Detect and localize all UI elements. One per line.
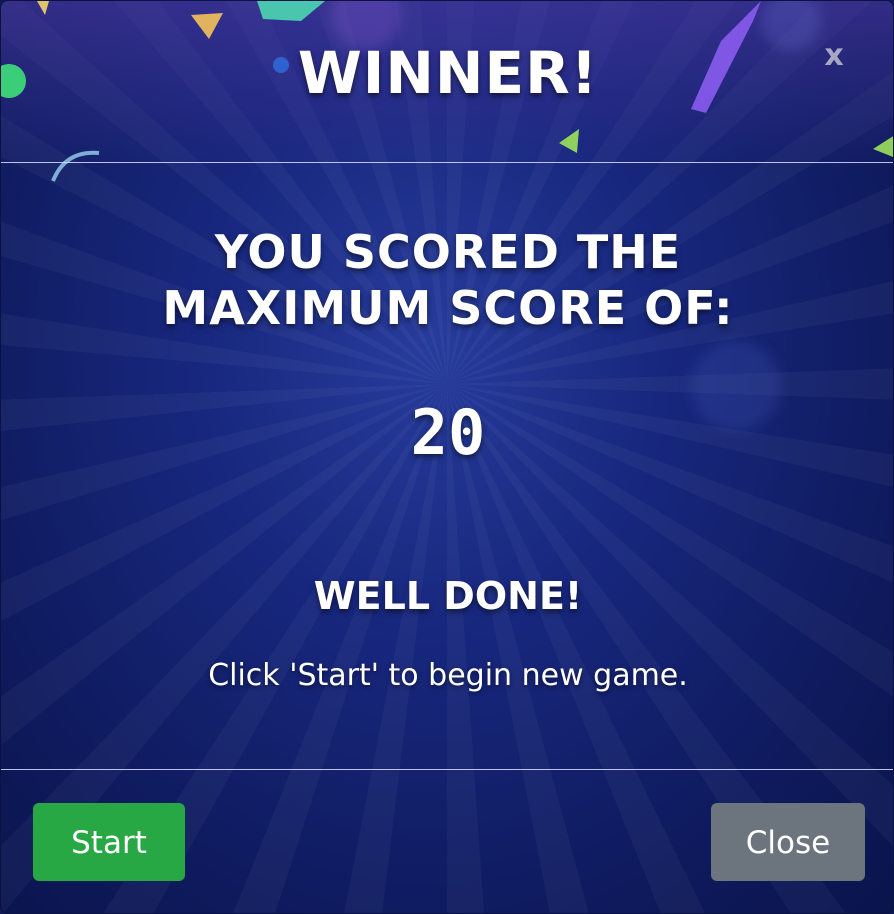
congrats-heading: WELL DONE! <box>313 574 583 618</box>
modal-title: WINNER! <box>297 39 599 107</box>
winner-modal: WINNER! x YOU SCORED THE MAXIMUM SCORE O… <box>0 0 894 914</box>
modal-body: YOU SCORED THE MAXIMUM SCORE OF: 20 WELL… <box>1 164 893 769</box>
modal-footer: Start Close <box>1 769 893 913</box>
restart-instruction: Click 'Start' to begin new game. <box>208 658 688 693</box>
score-message: YOU SCORED THE MAXIMUM SCORE OF: <box>1 224 893 336</box>
score-message-line-1: YOU SCORED THE <box>214 225 682 279</box>
modal-header: WINNER! x <box>1 1 893 163</box>
close-x-icon[interactable]: x <box>819 39 849 73</box>
score-message-line-2: MAXIMUM SCORE OF: <box>162 281 734 335</box>
close-button[interactable]: Close <box>711 803 865 881</box>
start-button[interactable]: Start <box>33 803 185 881</box>
final-score: 20 <box>410 396 486 469</box>
